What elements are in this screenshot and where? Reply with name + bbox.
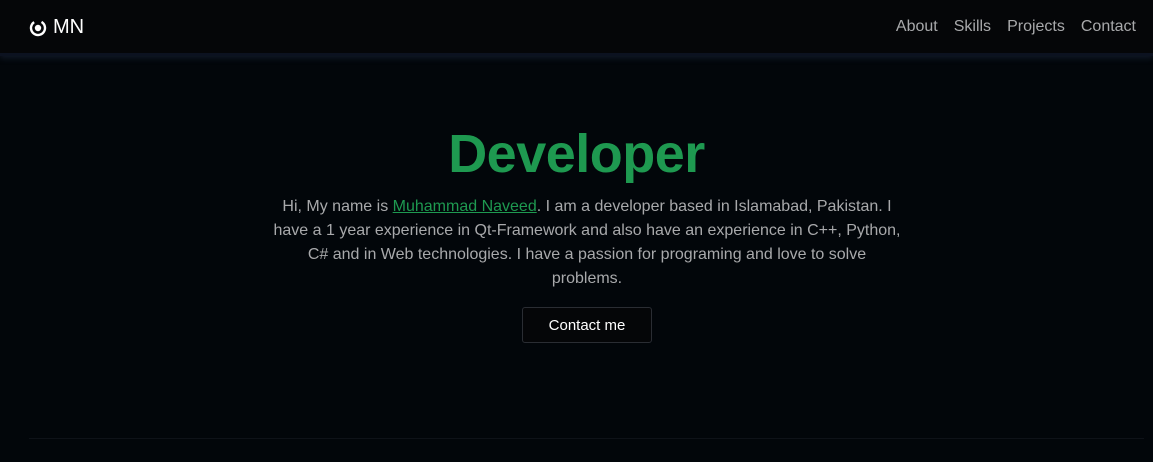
brand-text: MN: [53, 16, 85, 38]
nav-link-skills[interactable]: Skills: [954, 18, 991, 36]
nav-links: About Skills Projects Contact: [896, 18, 1136, 36]
hero-title: Developer: [448, 124, 705, 184]
name-link[interactable]: Muhammad Naveed: [393, 198, 537, 215]
intro-text-start: Hi, My name is: [282, 198, 393, 215]
section-divider: [29, 438, 1144, 439]
brand-link[interactable]: MN: [29, 16, 84, 39]
hero-intro: Hi, My name is Muhammad Naveed. I am a d…: [272, 195, 902, 291]
nav-link-projects[interactable]: Projects: [1007, 18, 1065, 36]
nav-link-about[interactable]: About: [896, 18, 938, 36]
contact-me-button[interactable]: Contact me: [522, 307, 652, 343]
hero-section: Developer Hi, My name is Muhammad Naveed…: [0, 59, 1153, 439]
circle-dot-icon: [29, 19, 47, 37]
nav-link-contact[interactable]: Contact: [1081, 18, 1136, 36]
navbar: MN About Skills Projects Contact: [0, 0, 1153, 56]
